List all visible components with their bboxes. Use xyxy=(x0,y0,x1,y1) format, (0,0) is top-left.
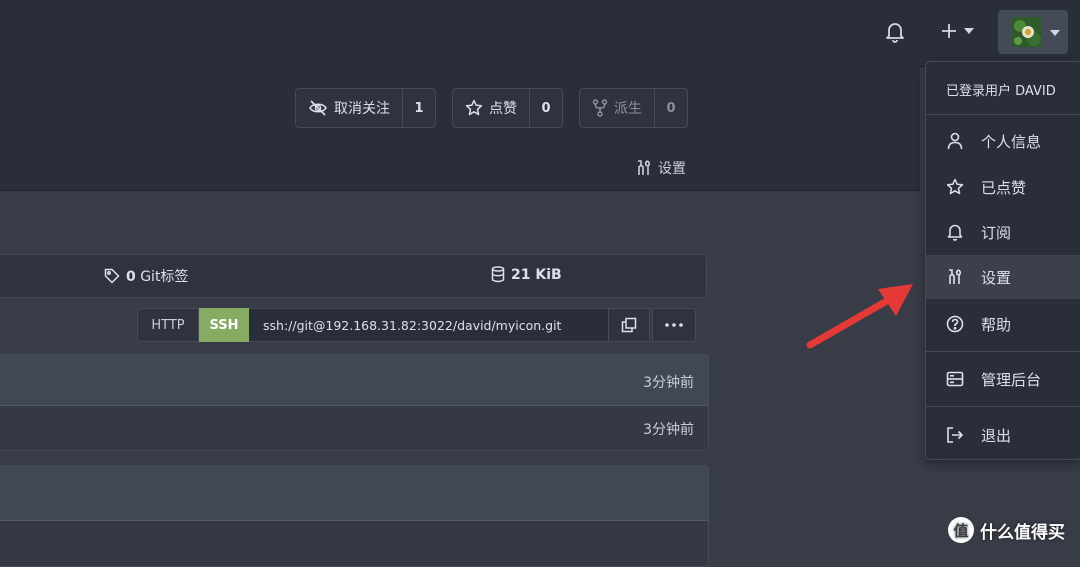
unwatch-label: 取消关注 xyxy=(334,101,390,117)
menu-divider xyxy=(926,114,1080,115)
menu-item-profile[interactable]: 个人信息 xyxy=(926,119,1080,163)
star-count[interactable]: 0 xyxy=(530,89,562,127)
sign-out-icon xyxy=(946,426,964,444)
tools-icon xyxy=(638,160,651,175)
readme-header xyxy=(0,466,708,521)
menu-divider xyxy=(926,351,1080,352)
latest-commit-table: 3分钟前 3分钟前 xyxy=(0,354,709,451)
plus-icon xyxy=(942,24,956,38)
tab-settings-label: 设置 xyxy=(658,161,686,177)
menu-item-sign-out[interactable]: 退出 xyxy=(926,413,1080,457)
tab-settings[interactable]: 设置 xyxy=(636,158,686,178)
readme-body xyxy=(0,521,708,566)
tags-count: 0 xyxy=(126,269,136,285)
table-row[interactable]: 3分钟前 xyxy=(0,406,708,450)
menu-item-label: 已点赞 xyxy=(981,178,1027,197)
notification-bell-icon[interactable] xyxy=(885,21,905,43)
menu-item-starred[interactable]: 已点赞 xyxy=(926,165,1080,209)
commit-time: 3分钟前 xyxy=(643,422,694,438)
star-icon xyxy=(465,99,483,116)
unwatch-button-group[interactable]: 取消关注 1 xyxy=(295,88,436,128)
readme-box xyxy=(0,465,709,567)
person-icon xyxy=(946,132,964,150)
fork-label: 派生 xyxy=(614,101,642,117)
tags-label: Git标签 xyxy=(140,269,189,285)
avatar-caret-icon xyxy=(1050,30,1060,36)
watermark: 值 什么值得买 xyxy=(948,517,1065,543)
caret-down-icon xyxy=(964,28,974,34)
more-options-button[interactable] xyxy=(652,308,696,342)
menu-item-settings[interactable]: 设置 xyxy=(926,255,1080,299)
copy-icon xyxy=(621,317,637,333)
tags-stat[interactable]: 0 Git标签 xyxy=(104,266,188,286)
tools-icon xyxy=(946,268,964,286)
fork-icon xyxy=(592,99,608,117)
ssh-clone-tab[interactable]: SSH xyxy=(199,308,249,342)
menu-item-subscriptions[interactable]: 订阅 xyxy=(926,210,1080,254)
user-dropdown-menu: 已登录用户 DAVID 个人信息 已点赞 订阅 设置 帮助 管理后台 退出 xyxy=(925,61,1080,460)
menu-item-label: 设置 xyxy=(981,268,1012,287)
annotation-arrow-icon xyxy=(800,275,920,355)
clone-url-input[interactable]: ssh://git@192.168.31.82:3022/david/myico… xyxy=(249,308,609,342)
unwatch-button[interactable]: 取消关注 xyxy=(296,89,403,127)
watermark-text: 什么值得买 xyxy=(980,522,1065,543)
star-icon xyxy=(946,178,964,196)
menu-divider xyxy=(926,406,1080,407)
menu-item-label: 帮助 xyxy=(981,315,1012,334)
fork-button-group[interactable]: 派生 0 xyxy=(579,88,688,128)
server-icon xyxy=(946,370,964,388)
menu-item-site-admin[interactable]: 管理后台 xyxy=(926,357,1080,401)
star-button-group[interactable]: 点赞 0 xyxy=(452,88,563,128)
menu-item-label: 订阅 xyxy=(981,223,1012,242)
star-label: 点赞 xyxy=(489,101,517,117)
http-clone-tab[interactable]: HTTP xyxy=(137,308,199,342)
menu-item-label: 个人信息 xyxy=(981,132,1042,151)
menu-item-label: 管理后台 xyxy=(981,370,1042,389)
top-navbar xyxy=(0,0,1080,67)
menu-item-help[interactable]: 帮助 xyxy=(926,302,1080,346)
repo-size: 21 KiB xyxy=(511,266,562,283)
signed-in-as-header: 已登录用户 DAVID xyxy=(946,84,1056,99)
commit-time: 3分钟前 xyxy=(643,375,694,391)
size-stat: 21 KiB xyxy=(491,266,562,283)
clone-bar: HTTP SSH ssh://git@192.168.31.82:3022/da… xyxy=(137,308,696,342)
avatar[interactable] xyxy=(1012,17,1042,47)
copy-url-button[interactable] xyxy=(609,308,650,342)
eye-slash-icon xyxy=(309,100,327,116)
watermark-logo: 值 xyxy=(948,517,974,543)
star-button[interactable]: 点赞 xyxy=(453,89,530,127)
create-new-menu[interactable] xyxy=(940,22,974,40)
watch-count[interactable]: 1 xyxy=(403,89,435,127)
table-row[interactable]: 3分钟前 xyxy=(0,355,708,406)
question-icon xyxy=(946,315,964,333)
ellipsis-icon xyxy=(665,323,683,327)
fork-button[interactable]: 派生 xyxy=(580,89,655,127)
tag-icon xyxy=(104,268,120,284)
menu-item-label: 退出 xyxy=(981,426,1012,445)
bell-icon xyxy=(946,223,964,241)
database-icon xyxy=(491,266,505,283)
fork-count[interactable]: 0 xyxy=(655,89,687,127)
repo-header xyxy=(0,66,920,191)
